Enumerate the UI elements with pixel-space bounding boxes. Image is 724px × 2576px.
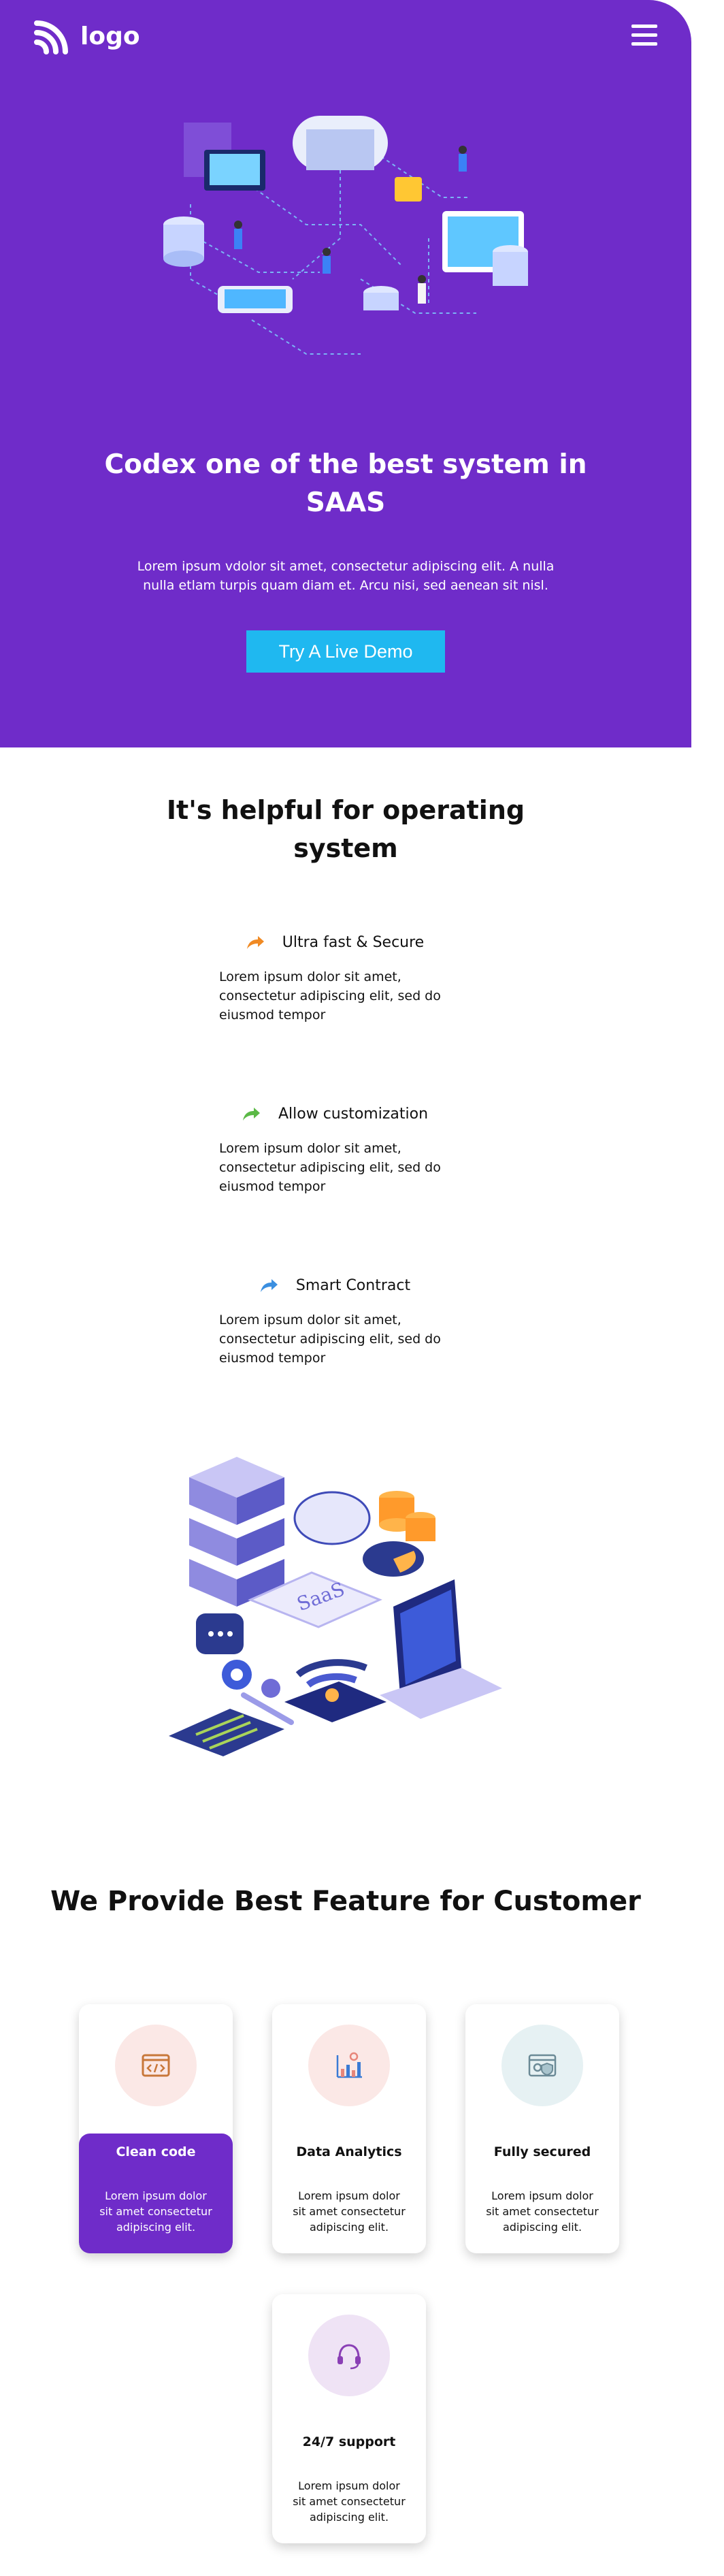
feature-card-clean-code[interactable]: Clean code Lorem ipsum dolor sit amet co… (79, 2004, 233, 2253)
feature-title: Allow customization (278, 1106, 429, 1123)
menu-icon[interactable] (631, 25, 657, 46)
card-title: Fully secured (493, 2144, 591, 2159)
feature-title: Ultra fast & Secure (282, 934, 425, 951)
feature-item-smart-contract: Smart Contract Lorem ipsum dolor sit ame… (219, 1277, 450, 1368)
live-demo-button[interactable]: Try A Live Demo (246, 630, 445, 673)
card-body: Data Analytics Lorem ipsum dolor sit ame… (272, 2134, 426, 2253)
feature-text: Lorem ipsum dolor sit amet, consectetur … (219, 969, 441, 1023)
feature-card-data-analytics[interactable]: Data Analytics Lorem ipsum dolor sit ame… (272, 2004, 426, 2253)
card-body: Fully secured Lorem ipsum dolor sit amet… (465, 2134, 619, 2253)
feature-card-support[interactable]: 24/7 support Lorem ipsum dolor sit amet … (272, 2294, 426, 2543)
code-window-icon (142, 2054, 170, 2077)
helpful-section-title: It's helpful for operating system (166, 795, 525, 863)
card-text: Lorem ipsum dolor sit amet consectetur a… (486, 2189, 599, 2234)
card-body: Clean code Lorem ipsum dolor sit amet co… (79, 2134, 233, 2253)
headset-icon (338, 2344, 361, 2370)
card-icon-circle (308, 2315, 390, 2396)
feature-item-fast-secure: Ultra fast & Secure Lorem ipsum dolor si… (219, 934, 450, 1025)
hero-description: Lorem ipsum vdolor sit amet, consectetur… (137, 559, 555, 593)
card-text: Lorem ipsum dolor sit amet consectetur a… (293, 2479, 406, 2524)
logo-mark-icon (34, 20, 68, 54)
logo-text: logo (80, 22, 140, 50)
features-section-title: We Provide Best Feature for Customer (50, 1886, 641, 1917)
share-arrow-icon (242, 1107, 260, 1121)
feature-title: Smart Contract (295, 1277, 411, 1294)
hero-section: logo Codex one of the best system in SAA… (0, 0, 691, 747)
card-title: 24/7 support (302, 2434, 396, 2449)
saas-illustration: SaaS (169, 1457, 502, 1756)
share-arrow-icon (246, 935, 264, 949)
analytics-chart-icon (336, 2052, 362, 2078)
card-icon-circle (308, 2025, 390, 2106)
hero-title: Codex one of the best system in SAAS (104, 449, 587, 518)
logo[interactable]: logo (34, 18, 140, 54)
card-icon-circle (501, 2025, 583, 2106)
feature-text: Lorem ipsum dolor sit amet, consectetur … (219, 1313, 441, 1366)
card-title: Data Analytics (296, 2144, 402, 2159)
feature-item-customization: Allow customization Lorem ipsum dolor si… (219, 1106, 450, 1196)
share-arrow-icon (260, 1278, 278, 1292)
card-icon-circle (115, 2025, 197, 2106)
feature-text: Lorem ipsum dolor sit amet, consectetur … (219, 1141, 441, 1194)
card-text: Lorem ipsum dolor sit amet consectetur a… (293, 2189, 406, 2234)
secure-browser-icon (528, 2054, 557, 2077)
cloud-network-illustration (163, 116, 528, 355)
card-body: 24/7 support Lorem ipsum dolor sit amet … (272, 2424, 426, 2543)
card-text: Lorem ipsum dolor sit amet consectetur a… (99, 2189, 212, 2234)
page-margin (691, 0, 724, 747)
feature-card-fully-secured[interactable]: Fully secured Lorem ipsum dolor sit amet… (465, 2004, 619, 2253)
card-title: Clean code (116, 2144, 196, 2159)
